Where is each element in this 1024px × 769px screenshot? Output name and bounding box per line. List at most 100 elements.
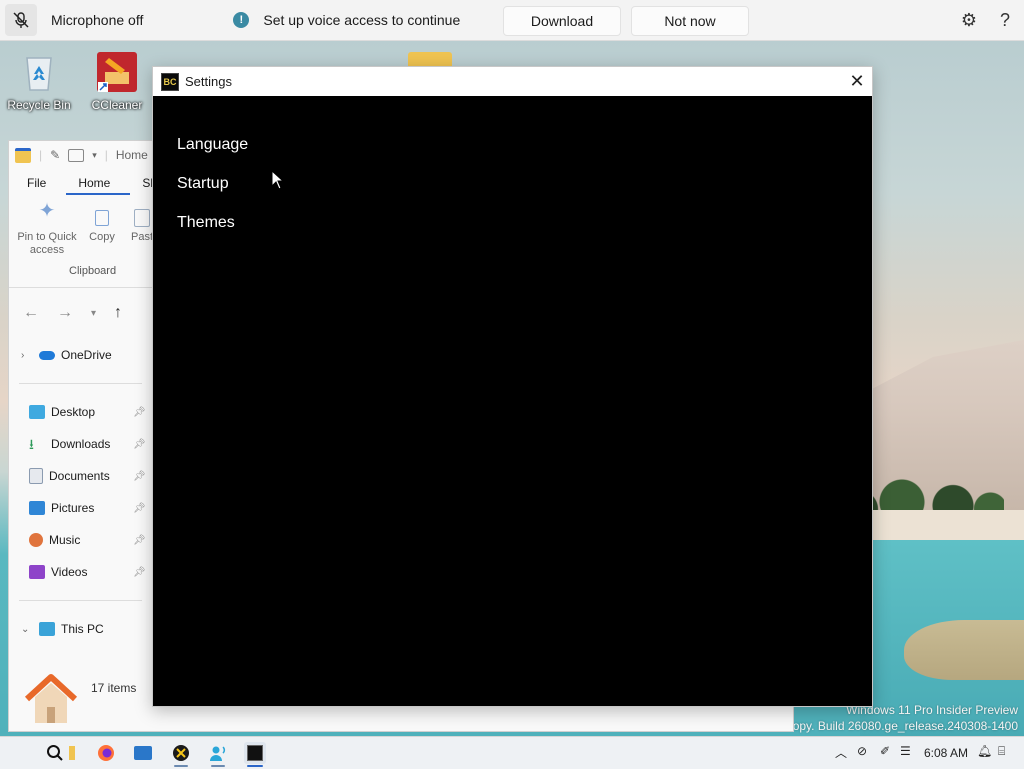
tree-item-this-pc[interactable]: ⌄ This PC	[9, 613, 152, 645]
pen-icon[interactable]: ✐	[880, 744, 890, 758]
tree-item-pictures[interactable]: Pictures 📌︎	[9, 492, 152, 524]
tree-item-onedrive[interactable]: › OneDrive	[9, 339, 152, 371]
close-button[interactable]: ✕	[842, 67, 872, 96]
desktop-icon-label: CCleaner	[91, 98, 143, 112]
microphone-status: Microphone off	[51, 12, 144, 28]
desktop-icon-label: Recycle Bin	[7, 98, 71, 112]
explorer-folder-icon	[15, 147, 31, 163]
menu-item-themes[interactable]: Themes	[177, 214, 235, 232]
voice-access-notice: ! Set up voice access to continue	[233, 12, 460, 28]
settings-gear-icon[interactable]: ⚙	[959, 10, 979, 30]
voice-access-message: Set up voice access to continue	[263, 12, 461, 28]
chevron-down-icon[interactable]: ▾	[92, 150, 97, 161]
settings-window[interactable]: BC Settings ✕ Language Startup Themes	[152, 66, 873, 707]
running-indicator	[174, 765, 188, 767]
tree-item-downloads[interactable]: ⭳ Downloads 📌︎	[9, 428, 152, 460]
desktop-folder-icon	[29, 405, 45, 419]
forward-arrow-icon[interactable]: →	[57, 304, 73, 322]
search-icon[interactable]	[44, 742, 66, 764]
pictures-icon	[29, 501, 45, 515]
clock[interactable]: 6:08 AM	[924, 746, 968, 760]
ccleaner-icon	[95, 50, 139, 94]
voice-access-bar: Microphone off ! Set up voice access to …	[0, 0, 1024, 41]
back-arrow-icon[interactable]: ←	[23, 304, 39, 322]
taskbar: ︿ ⊘ ✐ ☰ 6:08 AM 🔔︎ ⌸	[0, 736, 1024, 769]
chevron-right-icon[interactable]: ›	[21, 350, 33, 361]
settings-title-bar[interactable]: BC Settings ✕	[153, 67, 872, 96]
menu-item-language[interactable]: Language	[177, 136, 248, 154]
firefox-icon[interactable]	[95, 742, 117, 764]
menu-item-startup[interactable]: Startup	[177, 175, 229, 193]
voice-access-taskbar-icon[interactable]	[207, 742, 229, 767]
watermark-build: n copy. Build 26080.ge_release.240308-14…	[776, 719, 1018, 733]
app-logo-icon: BC	[161, 72, 179, 91]
tree-item-desktop[interactable]: Desktop 📌︎	[9, 396, 152, 428]
pin-icon: 📌︎	[133, 406, 146, 418]
divider	[19, 383, 142, 384]
pin-icon: 📌︎	[133, 502, 146, 514]
close-icon: ✕	[849, 71, 865, 91]
network-disconnected-icon[interactable]: ⊘	[857, 744, 867, 758]
file-explorer-taskbar-icon[interactable]	[68, 742, 76, 764]
running-indicator	[211, 765, 225, 767]
new-folder-icon[interactable]	[68, 148, 85, 162]
mouse-cursor-icon	[271, 170, 285, 190]
bc-app-taskbar-icon[interactable]	[244, 742, 266, 767]
settings-sliders-icon[interactable]: ☰	[900, 744, 911, 758]
tree-item-label: This PC	[61, 622, 104, 636]
tree-item-label: Videos	[51, 565, 88, 579]
xbox-icon[interactable]	[170, 742, 192, 767]
tab-home[interactable]: Home	[66, 176, 131, 195]
photos-icon[interactable]	[132, 742, 154, 764]
documents-icon	[29, 468, 43, 484]
running-indicator	[247, 765, 263, 767]
downloads-icon: ⭳	[29, 436, 34, 452]
ribbon-group-label: Clipboard	[69, 265, 117, 277]
copilot-icon[interactable]: ⌸	[998, 744, 1005, 759]
not-now-button[interactable]: Not now	[631, 6, 749, 36]
properties-icon[interactable]: ✎	[50, 148, 60, 162]
desktop-icon-ccleaner[interactable]: CCleaner	[82, 50, 152, 112]
pin-icon: 📌︎	[133, 470, 146, 482]
pin-icon: 📌︎	[133, 566, 146, 578]
tab-file[interactable]: File	[15, 176, 66, 195]
tree-item-label: Downloads	[51, 437, 111, 451]
navigation-pane: › OneDrive Desktop 📌︎ ⭳ Downloads 📌︎ Doc…	[9, 339, 152, 645]
tree-item-label: OneDrive	[61, 348, 112, 362]
breadcrumb: Home	[115, 148, 148, 162]
tree-item-label: Music	[49, 533, 81, 547]
wallpaper-island	[904, 620, 1024, 680]
up-arrow-icon[interactable]: ↑	[114, 304, 122, 322]
home-icon	[24, 674, 78, 723]
tree-item-label: Documents	[49, 469, 110, 483]
show-hidden-icons-chevron-icon[interactable]: ︿	[835, 744, 847, 761]
tree-item-videos[interactable]: Videos 📌︎	[9, 556, 152, 588]
videos-icon	[29, 565, 45, 579]
divider	[19, 600, 142, 601]
info-icon: !	[233, 12, 250, 28]
tree-item-music[interactable]: Music 📌︎	[9, 524, 152, 556]
onedrive-icon	[39, 350, 55, 360]
microphone-toggle-button[interactable]	[5, 4, 37, 36]
tree-item-label: Pictures	[51, 501, 95, 515]
folder-icon[interactable]	[408, 52, 452, 66]
desktop-icon-recycle-bin[interactable]: Recycle Bin	[4, 50, 74, 112]
notification-bell-icon[interactable]: 🔔︎	[977, 744, 992, 758]
item-count: 17 items	[91, 681, 137, 695]
explorer-status-bar: 17 items	[9, 671, 152, 731]
tree-item-documents[interactable]: Documents 📌︎	[9, 460, 152, 492]
help-icon[interactable]: ?	[995, 10, 1015, 30]
music-icon	[29, 533, 43, 547]
separator: |	[39, 148, 43, 162]
window-title: Settings	[185, 74, 232, 89]
recycle-bin-icon	[17, 50, 61, 94]
pin-icon: 📌︎	[133, 534, 146, 546]
tree-item-label: Desktop	[51, 405, 96, 419]
download-button[interactable]: Download	[503, 6, 621, 36]
recent-dropdown-icon[interactable]: ▾	[91, 308, 96, 319]
chevron-down-icon[interactable]: ⌄	[21, 624, 33, 635]
separator: |	[104, 148, 108, 162]
this-pc-icon	[39, 622, 55, 636]
pin-icon: 📌︎	[133, 438, 146, 450]
microphone-off-icon	[13, 12, 29, 28]
